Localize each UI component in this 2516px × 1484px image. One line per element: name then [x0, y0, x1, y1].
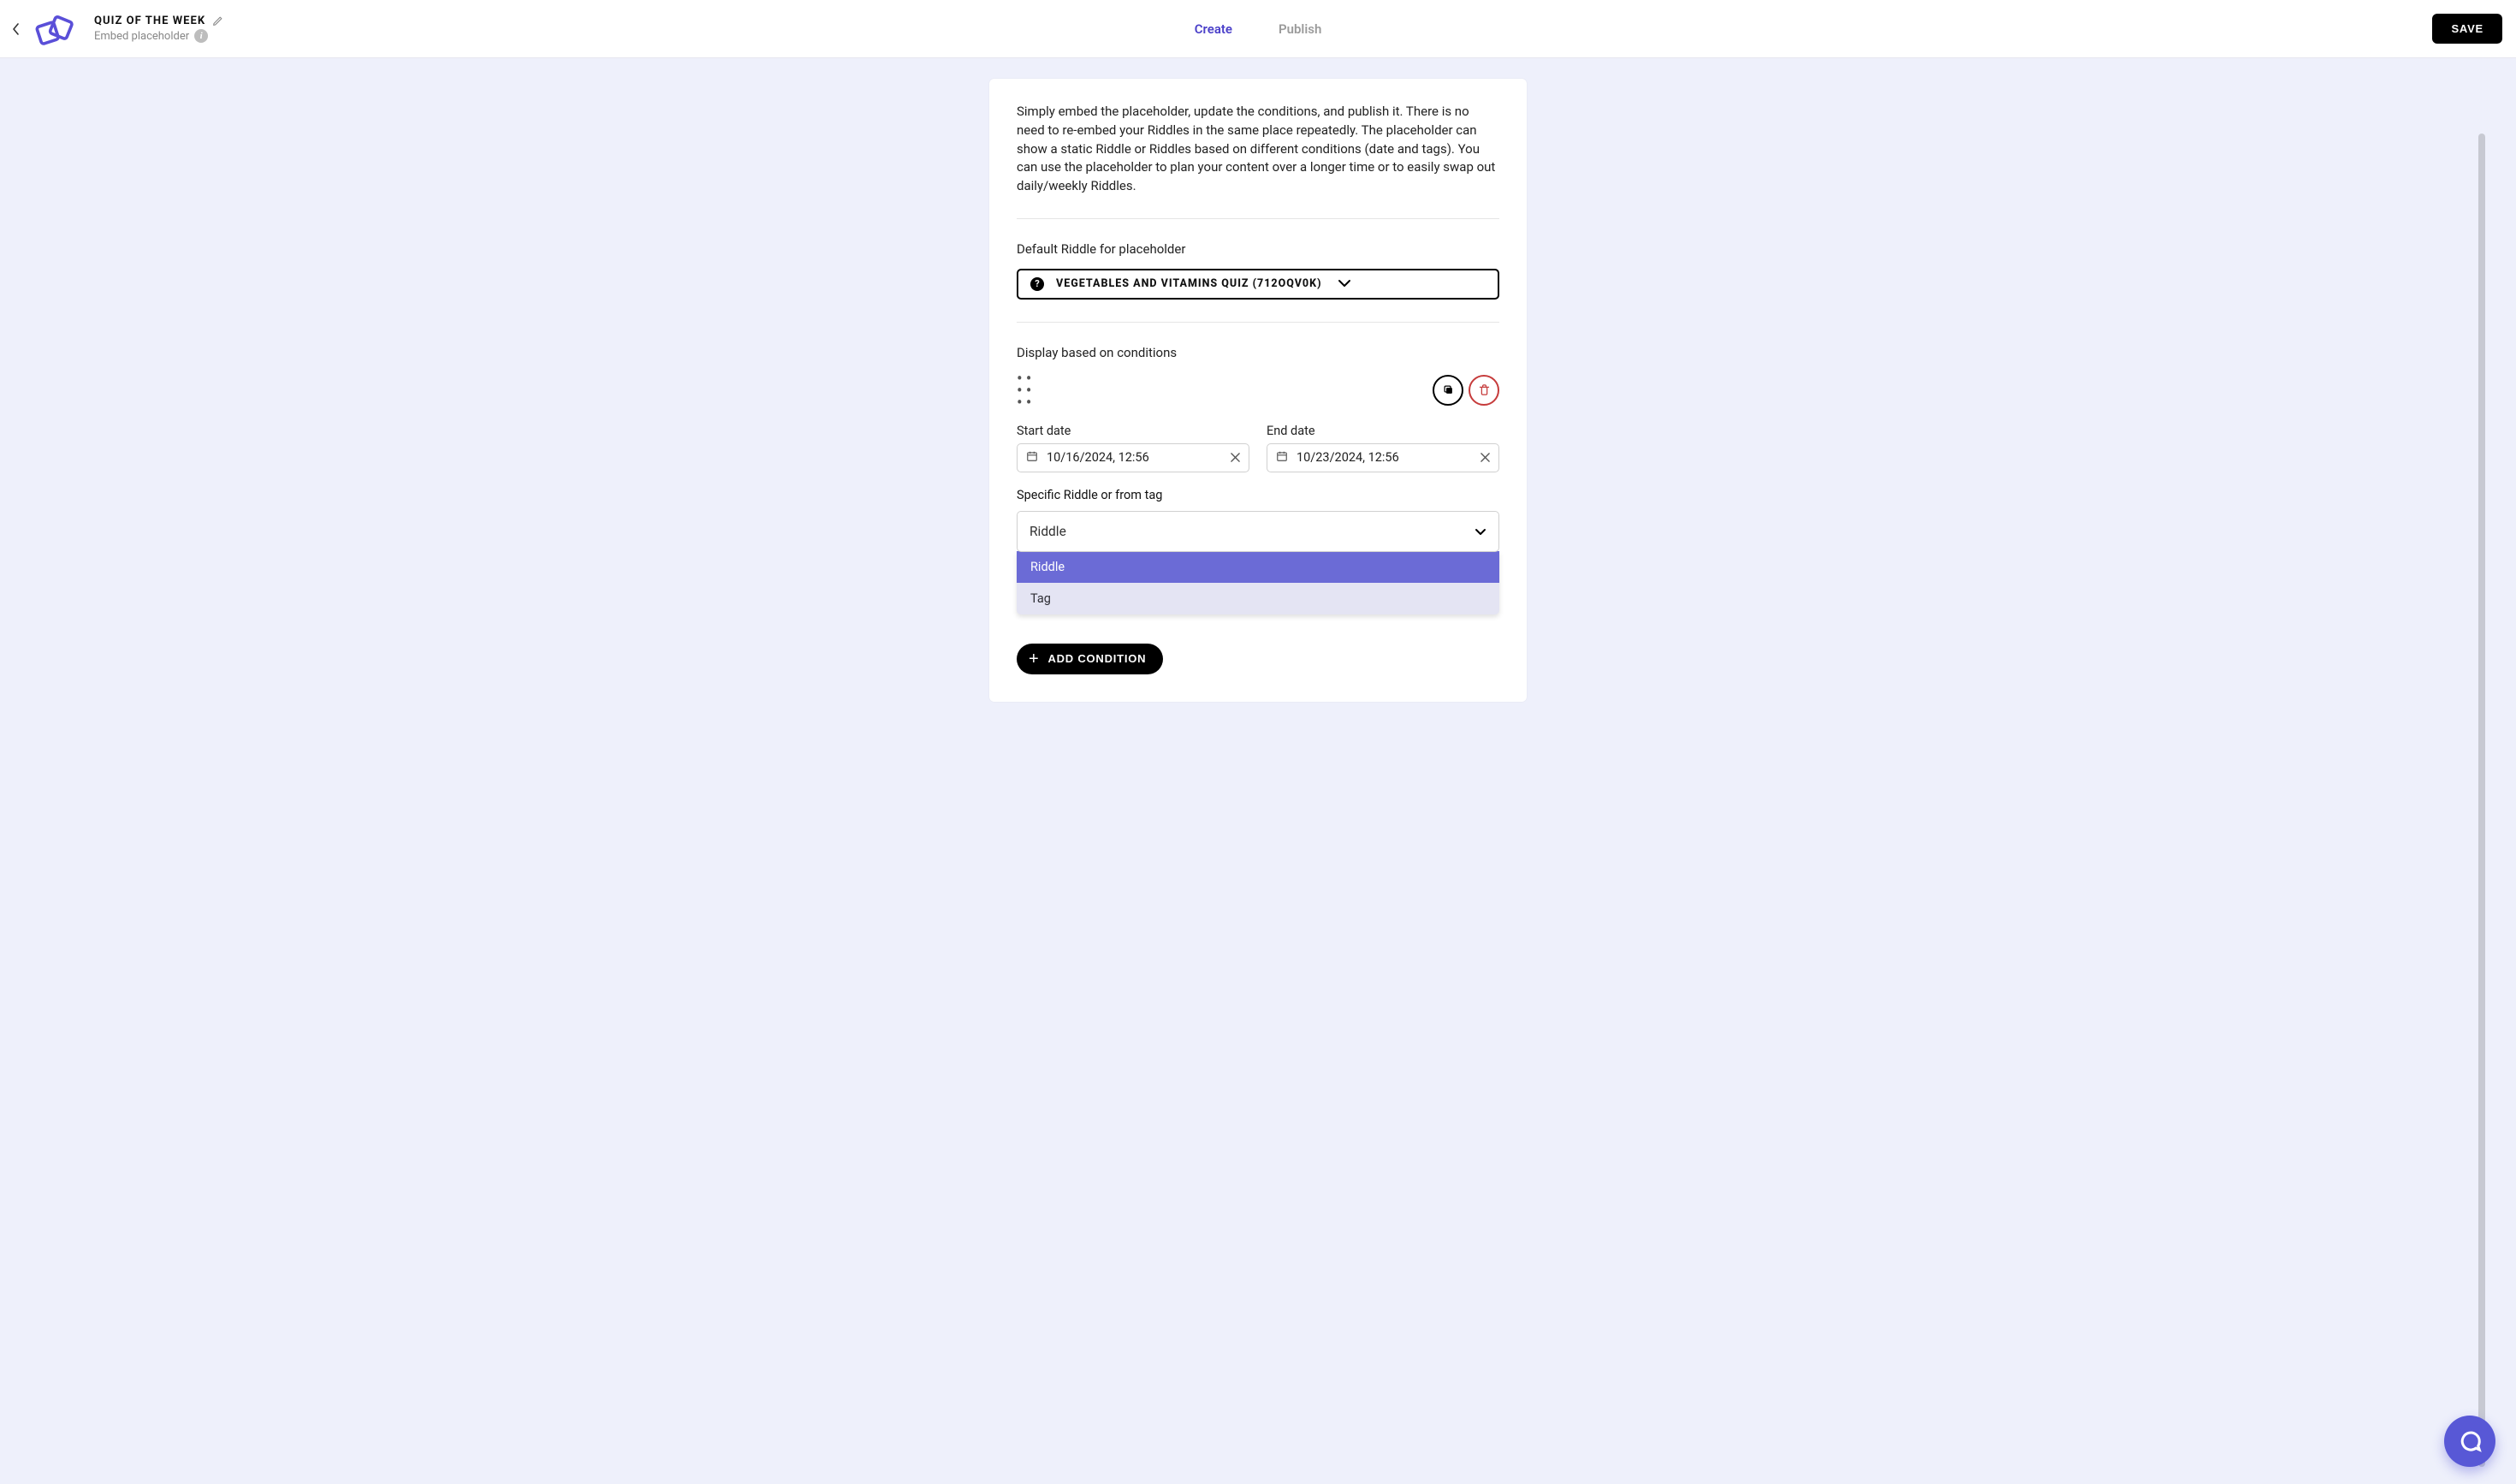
copy-icon [1442, 383, 1455, 396]
topbar-tabs: Create Publish [0, 21, 2516, 37]
start-date-value: 10/16/2024, 12:56 [1047, 450, 1222, 465]
close-icon [1481, 453, 1490, 462]
clear-start-date-button[interactable] [1231, 449, 1240, 466]
page-title: QUIZ OF THE WEEK [94, 15, 205, 27]
duplicate-condition-button[interactable] [1433, 375, 1463, 406]
conditions-label: Display based on conditions [1017, 345, 1499, 360]
chevron-left-icon [13, 23, 20, 35]
save-button[interactable]: SAVE [2432, 14, 2502, 44]
intro-text: Simply embed the placeholder, update the… [1017, 103, 1499, 196]
default-riddle-label: Default Riddle for placeholder [1017, 241, 1499, 257]
pencil-icon [212, 15, 223, 27]
title-block: QUIZ OF THE WEEK Embed placeholder i [94, 15, 224, 43]
chevron-down-icon [1475, 524, 1486, 539]
drag-icon: •• [1017, 396, 1035, 408]
calendar-icon [1276, 450, 1288, 466]
plus-icon: + [1029, 650, 1039, 668]
add-condition-button[interactable]: + ADD CONDITION [1017, 644, 1163, 674]
divider [1017, 322, 1499, 323]
edit-title-button[interactable] [212, 15, 224, 27]
start-date-label: Start date [1017, 424, 1249, 438]
specific-riddle-select[interactable]: Riddle [1017, 511, 1499, 552]
dropdown-option-riddle[interactable]: Riddle [1017, 551, 1499, 583]
specific-riddle-label: Specific Riddle or from tag [1017, 488, 1499, 502]
clear-end-date-button[interactable] [1481, 449, 1490, 466]
dropdown-option-tag[interactable]: Tag [1017, 583, 1499, 614]
close-icon [1231, 453, 1240, 462]
scrollbar[interactable] [2478, 134, 2485, 1467]
trash-icon [1478, 383, 1491, 396]
chat-fab[interactable] [2444, 1416, 2495, 1467]
topbar: QUIZ OF THE WEEK Embed placeholder i Cre… [0, 0, 2516, 58]
end-date-value: 10/23/2024, 12:56 [1297, 450, 1472, 465]
tab-publish[interactable]: Publish [1279, 21, 1321, 37]
chat-icon [2457, 1428, 2483, 1454]
default-riddle-value: VEGETABLES AND VITAMINS QUIZ (712OQV0K) [1056, 277, 1322, 290]
add-condition-label: ADD CONDITION [1047, 652, 1146, 665]
topbar-left: QUIZ OF THE WEEK Embed placeholder i [9, 12, 224, 46]
app-logo[interactable] [31, 12, 79, 46]
settings-panel: Simply embed the placeholder, update the… [989, 79, 1527, 702]
specific-riddle-value: Riddle [1030, 524, 1066, 539]
calendar-icon [1026, 450, 1038, 466]
editor-canvas: Simply embed the placeholder, update the… [0, 58, 2516, 1484]
logo-icon [33, 13, 77, 45]
end-date-input[interactable]: 10/23/2024, 12:56 [1267, 443, 1499, 472]
specific-riddle-dropdown-panel: Riddle Tag [1017, 551, 1499, 614]
date-row: Start date 10/16/2024, 12:56 End date [1017, 424, 1499, 472]
divider [1017, 218, 1499, 219]
default-riddle-select[interactable]: ? VEGETABLES AND VITAMINS QUIZ (712OQV0K… [1017, 269, 1499, 300]
chevron-down-icon [1338, 277, 1351, 291]
info-icon[interactable]: i [194, 29, 208, 43]
drag-handle[interactable]: •• •• •• [1017, 372, 1035, 408]
condition-header: •• •• •• [1017, 372, 1499, 408]
page-subtitle: Embed placeholder [94, 30, 189, 43]
question-mark-icon: ? [1030, 277, 1044, 291]
back-button[interactable] [9, 16, 24, 42]
end-date-label: End date [1267, 424, 1499, 438]
start-date-input[interactable]: 10/16/2024, 12:56 [1017, 443, 1249, 472]
tab-create[interactable]: Create [1195, 21, 1232, 37]
delete-condition-button[interactable] [1469, 375, 1499, 406]
